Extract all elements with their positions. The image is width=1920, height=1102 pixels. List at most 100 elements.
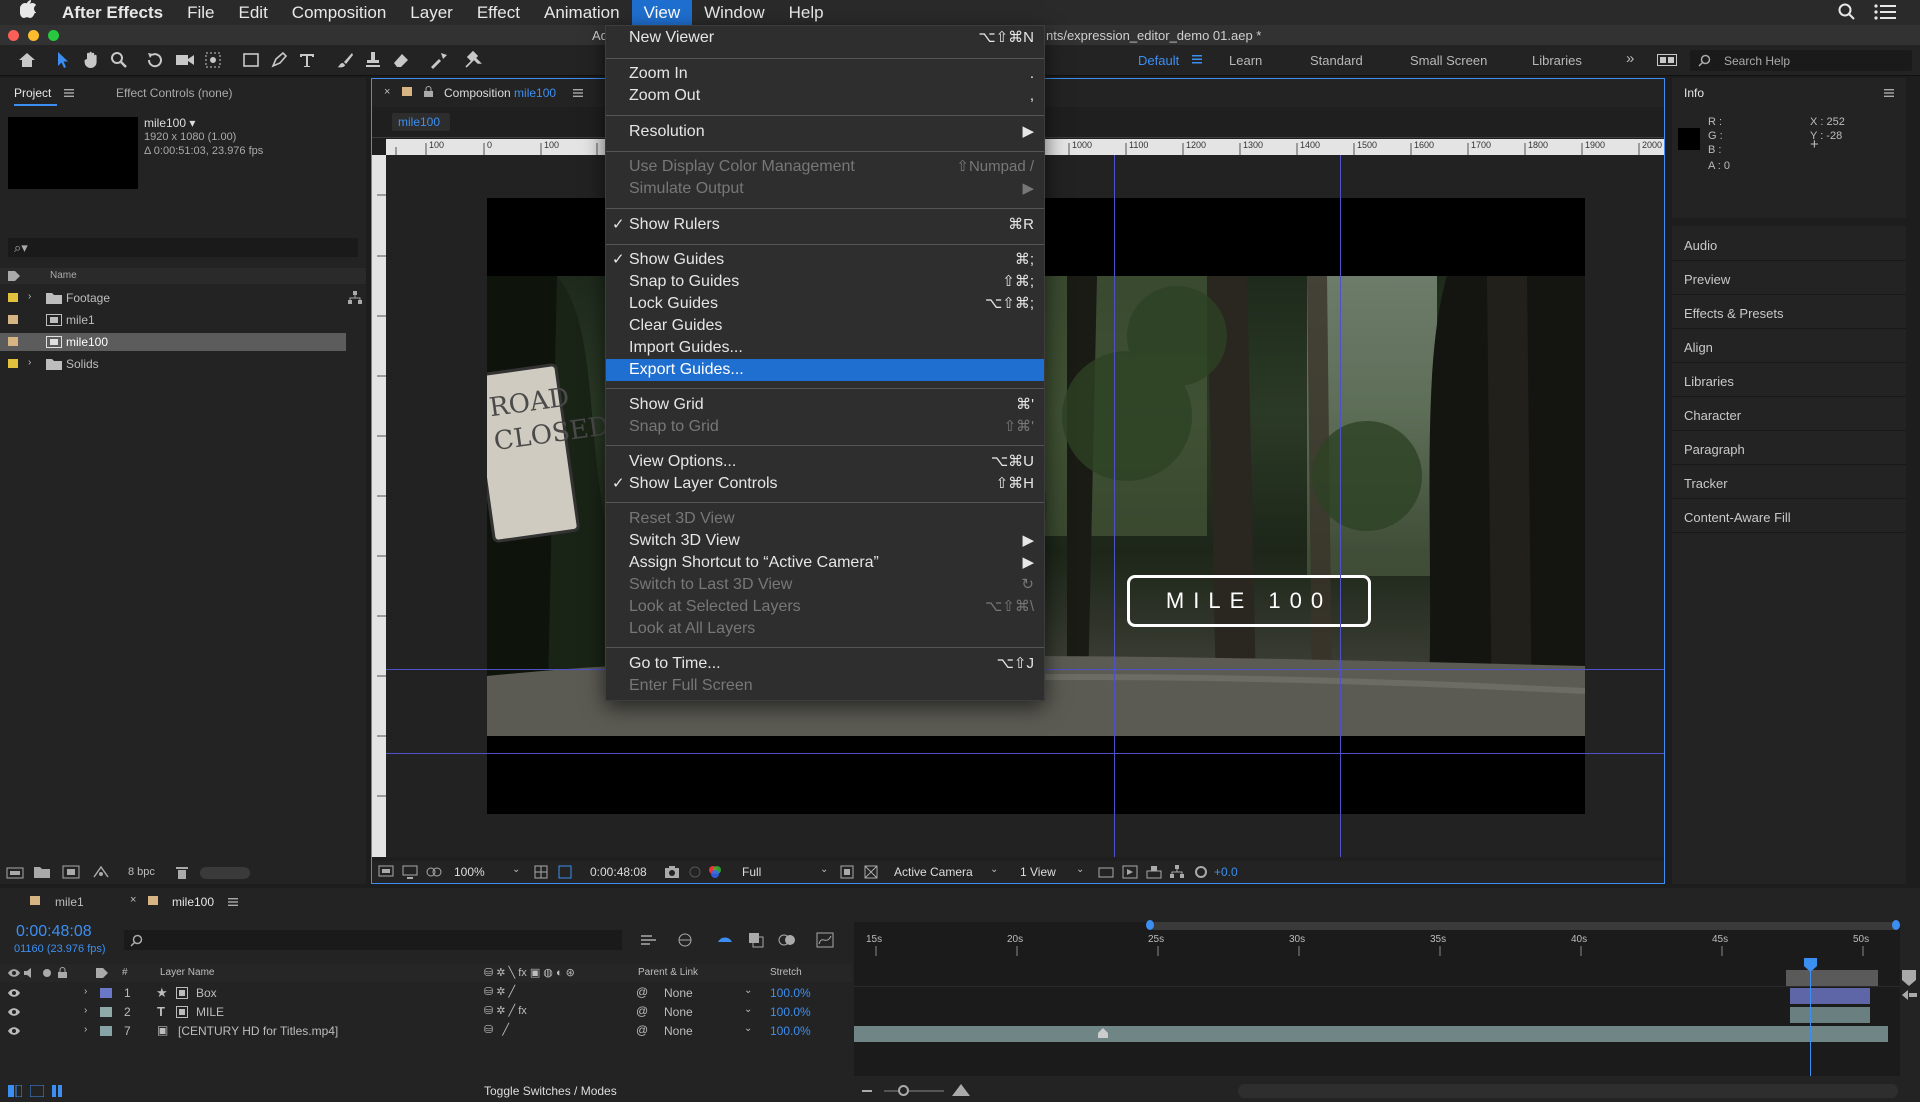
audio-speaker-icon[interactable]	[24, 968, 36, 978]
menu-item-import-guides[interactable]: Import Guides...	[606, 337, 1044, 359]
menu-item-zoom-out[interactable]: Zoom Out,	[606, 85, 1044, 107]
chevron-right-icon[interactable]: ›	[84, 1024, 87, 1035]
chevron-right-icon[interactable]: ›	[84, 1005, 87, 1016]
video-eye-icon[interactable]	[8, 1007, 20, 1017]
chevron-down-icon[interactable]: ⌄	[744, 1023, 752, 1034]
chevron-right-icon[interactable]: ›	[84, 986, 87, 997]
menu-item-view-options[interactable]: View Options... ⌥⌘U	[606, 451, 1044, 473]
playhead-handle-icon[interactable]	[1804, 958, 1817, 972]
menu-item-show-grid[interactable]: Show Grid ⌘'	[606, 394, 1044, 416]
chevron-down-icon[interactable]: ⌄	[990, 864, 998, 875]
show-snapshot-icon[interactable]	[688, 865, 702, 879]
layer-bar-box[interactable]	[1790, 988, 1870, 1004]
search-help-field[interactable]: Search Help	[1690, 50, 1912, 71]
panel-libraries[interactable]: Libraries	[1672, 365, 1906, 397]
grid-guide-options-icon[interactable]	[534, 865, 548, 879]
fast-previews-icon[interactable]	[1122, 865, 1138, 879]
solo-icon[interactable]	[42, 968, 52, 978]
menu-item-lock-guides[interactable]: Lock Guides ⌥⇧⌘;	[606, 293, 1044, 315]
guide-vertical[interactable]	[1340, 155, 1341, 857]
home-icon[interactable]	[16, 48, 38, 72]
roto-brush-tool-icon[interactable]	[428, 48, 450, 72]
menu-item-clear-guides[interactable]: Clear Guides	[606, 315, 1044, 337]
layer-switches[interactable]: ⛁ ✲ ╱ fx	[484, 1004, 527, 1017]
timeline-zoom-slider[interactable]	[884, 1090, 944, 1092]
flowchart-icon[interactable]	[1170, 865, 1184, 879]
timeline-tracks[interactable]: 15s 20s 25s 30s 35s 40s 45s 50s	[854, 920, 1900, 1076]
layer-row[interactable]: › 1 ★ Box ⛁ ✲ ╱ @ None ⌄ 100.0%	[0, 984, 852, 1002]
project-search-field[interactable]: ⌕▾	[8, 238, 358, 257]
pickwhip-icon[interactable]: @	[636, 1004, 648, 1018]
column-parent-link[interactable]: Parent & Link	[638, 967, 698, 978]
keyframe-marker-icon[interactable]	[1098, 1028, 1108, 1038]
chevron-down-icon[interactable]: ⌄	[744, 1004, 752, 1015]
snapshot-camera-icon[interactable]	[664, 865, 680, 878]
menu-edit[interactable]: Edit	[227, 0, 280, 25]
trash-icon[interactable]	[176, 865, 188, 879]
always-preview-icon[interactable]	[378, 865, 394, 879]
shy-layers-icon[interactable]	[716, 932, 734, 948]
new-composition-icon[interactable]	[62, 865, 80, 879]
panel-tracker[interactable]: Tracker	[1672, 467, 1906, 499]
eraser-tool-icon[interactable]	[390, 48, 412, 72]
timeline-horizontal-scrollbar[interactable]	[1238, 1084, 1898, 1098]
video-eye-icon[interactable]	[8, 1026, 20, 1036]
menu-item-show-guides[interactable]: ✓ Show Guides ⌘;	[606, 249, 1044, 271]
pickwhip-icon[interactable]: @	[636, 1023, 648, 1037]
resolution-select[interactable]: Full	[742, 865, 761, 879]
workspace-standard[interactable]: Standard	[1310, 53, 1363, 68]
selection-tool-icon[interactable]	[52, 48, 74, 72]
layer-label-color[interactable]	[100, 1007, 112, 1017]
pan-behind-tool-icon[interactable]	[202, 48, 224, 72]
lock-icon[interactable]	[58, 967, 67, 978]
stretch-value[interactable]: 100.0%	[770, 1024, 811, 1038]
chevron-right-icon[interactable]: ›	[28, 357, 31, 368]
close-tab-icon[interactable]: ×	[130, 894, 136, 906]
current-time[interactable]: 0:00:48:08	[590, 865, 647, 879]
rotation-tool-icon[interactable]	[144, 48, 166, 72]
spotlight-search-icon[interactable]	[1838, 3, 1856, 21]
panel-preview[interactable]: Preview	[1672, 263, 1906, 295]
parent-select[interactable]: None	[664, 1024, 693, 1038]
in-out-pane-icon[interactable]	[50, 1085, 64, 1097]
menu-item-resolution[interactable]: Resolution ▶	[606, 121, 1044, 143]
toggle-switches-modes-button[interactable]: Toggle Switches / Modes	[484, 1084, 617, 1098]
layer-row[interactable]: › 2 T MILE ⛁ ✲ ╱ fx @ None ⌄ 100.0%	[0, 1003, 852, 1021]
video-eye-icon[interactable]	[8, 968, 20, 978]
stretch-value[interactable]: 100.0%	[770, 986, 811, 1000]
layer-name[interactable]: [CENTURY HD for Titles.mp4]	[178, 1024, 338, 1038]
layer-bar-century[interactable]	[854, 1026, 1888, 1042]
close-tab-icon[interactable]: ×	[384, 86, 390, 98]
timeline-zoom-handle[interactable]	[898, 1085, 909, 1096]
menu-animation[interactable]: Animation	[532, 0, 632, 25]
item-name[interactable]: mile100 ▾	[144, 116, 195, 130]
column-number[interactable]: #	[122, 967, 128, 978]
layer-switches[interactable]: ⛁ ✲ ╱	[484, 985, 515, 998]
menu-view[interactable]: View	[631, 0, 693, 25]
guide-vertical[interactable]	[1114, 155, 1115, 857]
layer-label-color[interactable]	[100, 1026, 112, 1036]
hand-tool-icon[interactable]	[80, 48, 102, 72]
pixel-aspect-icon[interactable]	[1098, 865, 1114, 879]
lock-icon[interactable]	[424, 86, 433, 97]
interpret-footage-icon[interactable]	[6, 866, 24, 880]
project-settings-icon[interactable]	[92, 865, 110, 879]
bit-depth-label[interactable]: 8 bpc	[128, 866, 155, 878]
rectangle-tool-icon[interactable]	[240, 48, 262, 72]
menu-effect[interactable]: Effect	[465, 0, 532, 25]
timeline-search-field[interactable]	[124, 930, 622, 950]
menu-item-show-layer-controls[interactable]: ✓ Show Layer Controls ⇧⌘H	[606, 473, 1044, 495]
guide-horizontal[interactable]	[386, 753, 1664, 754]
zoom-out-icon[interactable]	[862, 1090, 872, 1092]
sync-settings-icon[interactable]	[1657, 54, 1677, 66]
timeline-icon[interactable]	[1146, 865, 1162, 879]
menu-composition[interactable]: Composition	[280, 0, 399, 25]
work-area-bar[interactable]	[1150, 922, 1898, 930]
graph-editor-icon[interactable]	[816, 932, 834, 948]
project-row-solids[interactable]: › Solids	[0, 355, 366, 373]
layer-switches[interactable]: ⛁ ╱	[484, 1023, 509, 1036]
parent-select[interactable]: None	[664, 1005, 693, 1019]
parent-select[interactable]: None	[664, 986, 693, 1000]
workspace-overflow-icon[interactable]: »	[1626, 50, 1634, 67]
timeline-current-time[interactable]: 0:00:48:08	[16, 923, 92, 941]
